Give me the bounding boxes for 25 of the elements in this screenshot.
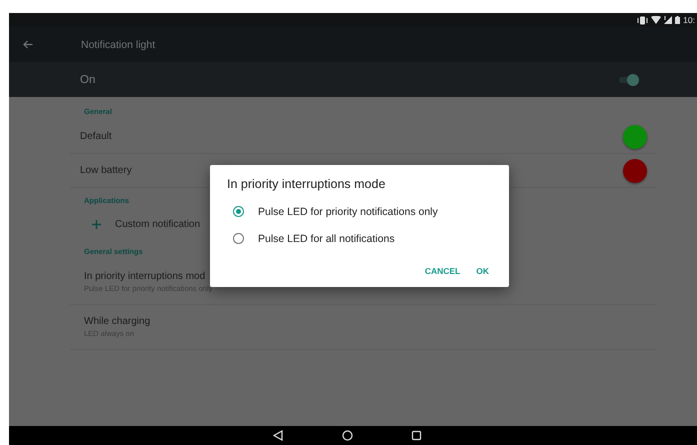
radio-button[interactable] <box>233 206 244 217</box>
home-icon[interactable] <box>342 430 352 441</box>
dialog-title: In priority interruptions mode <box>227 177 386 191</box>
option-label[interactable]: Pulse LED for priority notifications only <box>258 206 438 218</box>
preference-title[interactable]: In priority interruptions mod <box>84 271 206 282</box>
back-arrow-icon[interactable] <box>23 40 33 49</box>
plus-icon <box>92 220 101 228</box>
toggle-switch[interactable] <box>619 74 639 86</box>
wifi-icon <box>651 16 662 24</box>
preference-title[interactable]: While charging <box>84 316 150 327</box>
switch-label: On <box>80 74 96 86</box>
overview-icon[interactable] <box>410 430 422 441</box>
option-label[interactable]: Pulse LED for all notifications <box>258 232 395 244</box>
dialog-button[interactable]: CANCEL <box>418 260 466 282</box>
radio-button[interactable] <box>233 233 244 244</box>
preference-title[interactable]: Default <box>80 131 623 142</box>
battery-icon <box>675 16 680 24</box>
dialog-button[interactable]: OK <box>470 260 495 282</box>
status-time: 10: <box>683 15 695 25</box>
toolbar-title: Notification light <box>81 38 156 50</box>
color-swatch[interactable] <box>623 158 647 182</box>
color-swatch[interactable] <box>623 124 647 148</box>
back-icon[interactable] <box>272 430 284 441</box>
signal-icon <box>664 16 672 24</box>
vibrate-icon <box>637 16 648 24</box>
